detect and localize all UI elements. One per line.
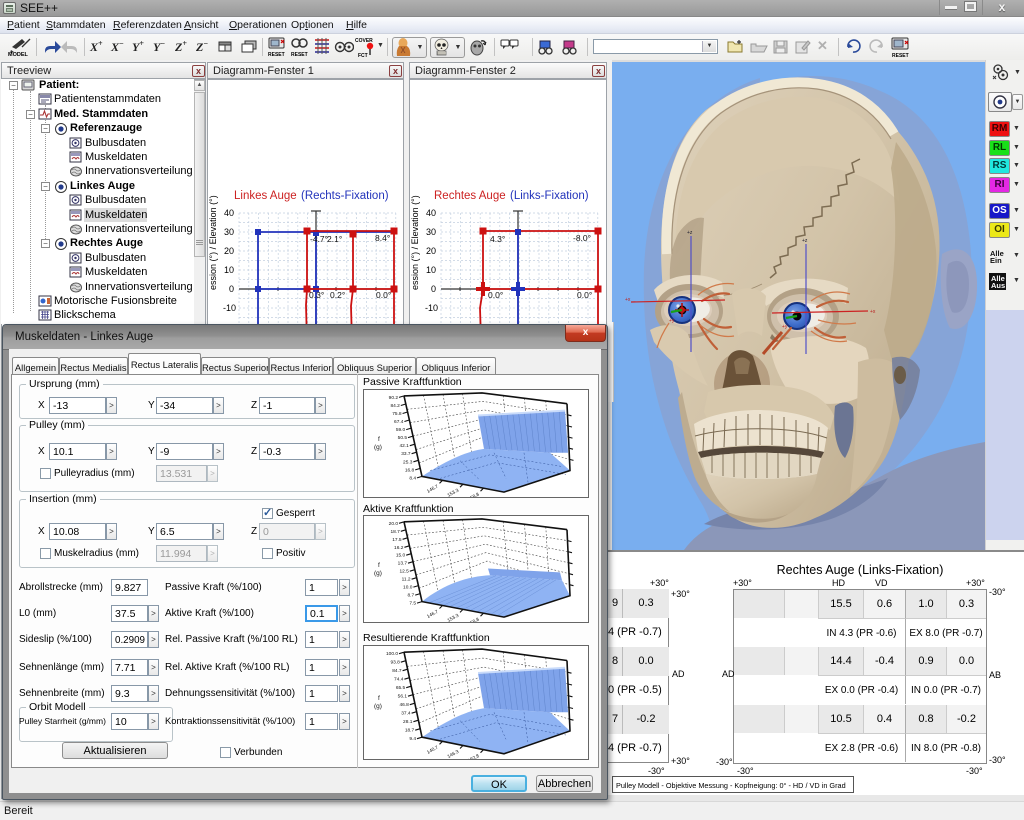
svg-text:18.7: 18.7 [405,728,415,734]
svg-text:8.4°: 8.4° [375,233,390,243]
svg-text:4.3°: 4.3° [490,234,505,244]
svg-text:10: 10 [224,265,234,275]
svg-text:10.0: 10.0 [403,585,413,591]
svg-text:(Links-Fixation): (Links-Fixation) [510,190,589,202]
svg-text:84.2: 84.2 [390,403,400,409]
svg-text:18.7: 18.7 [390,529,400,535]
svg-text:140.7: 140.7 [426,745,440,756]
svg-text:f: f [378,436,380,443]
svg-text:75.8: 75.8 [392,411,402,417]
svg-text:152.8: 152.8 [467,753,481,759]
svg-text:56.1: 56.1 [398,694,408,700]
svg-text:Rechtes Auge: Rechtes Auge [434,190,506,202]
svg-text:(Rechts-Fixation): (Rechts-Fixation) [301,190,389,202]
svg-text:20: 20 [224,246,234,256]
svg-text:RESET: RESET [268,52,285,57]
svg-text:158.8: 158.8 [467,617,481,622]
svg-text:Linkes Auge: Linkes Auge [234,190,297,202]
svg-text:158.8: 158.8 [467,492,481,497]
svg-text:30: 30 [224,227,234,237]
svg-text:(g): (g) [374,703,382,710]
svg-text:(g): (g) [374,570,382,577]
svg-text:MODEL: MODEL [8,52,29,57]
svg-text:146.7: 146.7 [426,484,440,495]
svg-text:28.1: 28.1 [403,719,413,725]
svg-text:7.5: 7.5 [409,601,416,607]
svg-text:30: 30 [426,227,436,237]
svg-text:RESET: RESET [291,52,308,57]
svg-text:146.3: 146.3 [447,749,461,759]
svg-text:153.3: 153.3 [447,488,461,497]
svg-text:-10: -10 [425,303,438,313]
svg-text:40: 40 [426,208,436,218]
svg-text:0.0°: 0.0° [577,290,592,300]
svg-text:42.1: 42.1 [399,443,409,449]
svg-text:0.0°: 0.0° [488,290,503,300]
svg-text:65.5: 65.5 [396,685,406,691]
svg-text:50.5: 50.5 [398,435,408,441]
svg-text:25.3: 25.3 [403,459,413,465]
svg-text:ession (°) / Elevation (°): ession (°) / Elevation (°) [208,195,218,290]
svg-text:f: f [378,562,380,569]
svg-text:20: 20 [426,246,436,256]
svg-text:-10: -10 [223,303,236,313]
svg-text:40: 40 [224,208,234,218]
svg-text:+y: +y [669,318,675,324]
svg-text:+z: +z [802,238,808,244]
svg-text:8.7: 8.7 [408,593,415,599]
svg-text:f: f [378,695,380,702]
svg-text:0: 0 [431,284,436,294]
svg-text:93.8: 93.8 [390,660,400,666]
svg-text:17.5: 17.5 [392,537,402,543]
svg-text:0.3°: 0.3° [309,290,324,300]
svg-text:9.4: 9.4 [409,736,416,742]
svg-text:11.2: 11.2 [402,577,411,583]
svg-text:(g): (g) [374,444,382,451]
svg-text:20.0: 20.0 [389,521,399,527]
svg-text:153.3: 153.3 [447,613,461,622]
svg-text:2.1°: 2.1° [327,234,342,244]
svg-text:59.0: 59.0 [396,427,406,433]
svg-text:-4.7°: -4.7° [310,234,328,244]
svg-text:+z: +z [687,230,693,236]
svg-text:RESET: RESET [892,53,909,58]
svg-text:16.2: 16.2 [394,545,404,551]
svg-text:8.4: 8.4 [409,475,416,481]
svg-text:0: 0 [229,284,234,294]
svg-text:FCT: FCT [358,53,368,58]
svg-text:67.4: 67.4 [394,419,404,425]
svg-text:+x: +x [625,297,631,303]
svg-text:10: 10 [426,265,436,275]
svg-text:90.2: 90.2 [389,395,399,401]
svg-text:74.4: 74.4 [394,677,404,683]
svg-text:-8.0°: -8.0° [573,233,591,243]
svg-text:ession (°) / Elevation (°): ession (°) / Elevation (°) [410,195,420,290]
svg-text:46.8: 46.8 [399,702,409,708]
svg-text:+x: +x [870,309,876,315]
svg-text:12.5: 12.5 [399,569,409,575]
svg-text:37.4: 37.4 [401,711,411,717]
svg-text:0.0°: 0.0° [376,290,391,300]
svg-text:84.7: 84.7 [392,668,402,674]
svg-text:+y: +y [782,324,788,330]
svg-text:13.7: 13.7 [398,561,408,567]
svg-text:100.0: 100.0 [386,651,398,657]
svg-text:0.2°: 0.2° [330,290,345,300]
svg-text:16.8: 16.8 [405,467,415,473]
svg-text:33.7: 33.7 [401,451,411,457]
svg-text:146.7: 146.7 [426,609,440,620]
svg-text:15.0: 15.0 [396,553,406,559]
